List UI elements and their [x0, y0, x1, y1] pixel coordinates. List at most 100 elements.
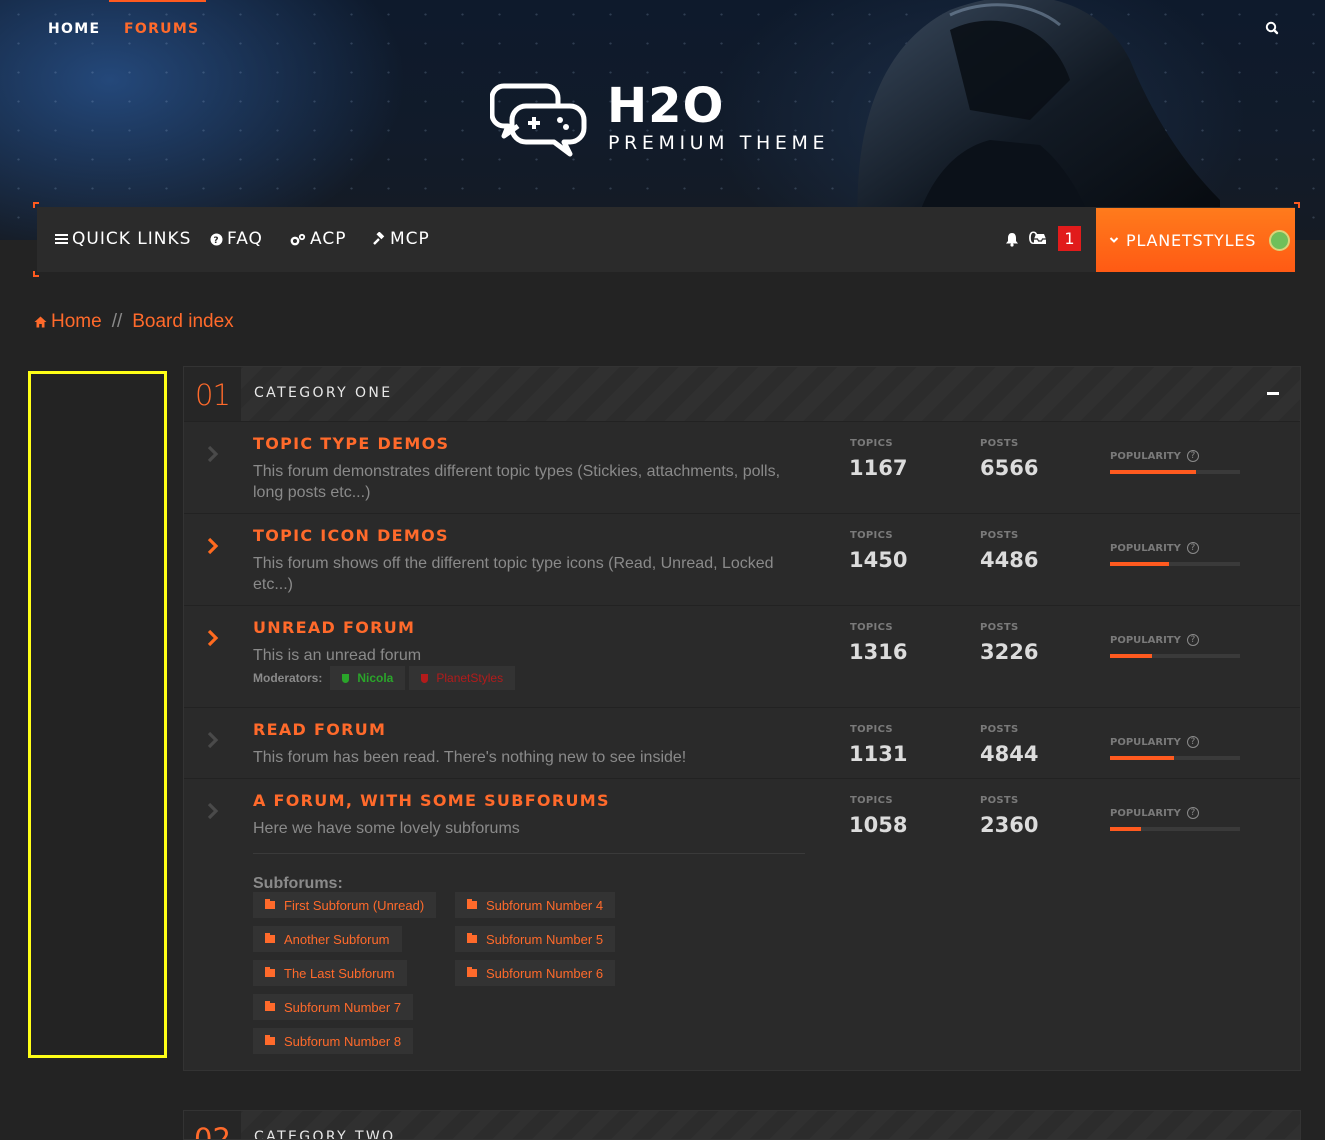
popularity-label: POPULARITY? [1110, 450, 1199, 462]
user-menu-button[interactable]: PLANETSTYLES [1096, 208, 1295, 272]
active-tab-indicator [109, 0, 206, 2]
moderator-badge[interactable]: Nicola [330, 666, 406, 690]
help-icon: ? [1186, 634, 1199, 646]
menu-icon [55, 234, 68, 244]
private-messages-button[interactable]: 1 [1033, 226, 1081, 251]
topics-count: 1058 [849, 813, 908, 837]
popularity-bar [1110, 562, 1240, 566]
topics-label: TOPICS [850, 438, 893, 449]
subforums-label: Subforums: [253, 875, 343, 892]
category-title[interactable]: CATEGORY ONE [254, 385, 393, 401]
quick-links-button[interactable]: QUICK LINKS [55, 229, 191, 249]
folder-icon [265, 933, 275, 943]
subforum-link[interactable]: First Subforum (Unread) [253, 892, 437, 918]
subforum-link[interactable]: Subforum Number 7 [253, 994, 414, 1020]
category-number: 02 [184, 1111, 241, 1139]
divider [253, 853, 805, 854]
top-navigation: HOME FORUMS [0, 0, 1325, 60]
posts-label: POSTS [980, 530, 1019, 541]
popularity-bar [1110, 654, 1240, 658]
moderators-label: Moderators: [253, 671, 323, 685]
breadcrumb-home[interactable]: Home [51, 311, 102, 333]
popularity-label: POPULARITY? [1110, 736, 1199, 748]
moderators-list: Moderators: Nicola PlanetStyles [253, 666, 516, 690]
topics-label: TOPICS [850, 795, 893, 806]
mcp-label: MCP [390, 229, 430, 249]
posts-count: 3226 [980, 640, 1039, 664]
topics-count: 1167 [849, 456, 908, 480]
category-panel: 02 CATEGORY TWO [183, 1110, 1301, 1140]
category-number: 01 [184, 367, 241, 421]
forum-title[interactable]: TOPIC TYPE DEMOS [253, 434, 449, 453]
nav-home-link[interactable]: HOME [48, 21, 100, 37]
forum-title[interactable]: TOPIC ICON DEMOS [253, 526, 449, 545]
popularity-bar [1110, 827, 1240, 831]
faq-link[interactable]: ? FAQ [210, 229, 263, 249]
username-label: PLANETSTYLES [1126, 230, 1257, 250]
collapse-icon[interactable] [1267, 392, 1279, 395]
folder-icon [467, 899, 477, 909]
shield-icon [342, 673, 350, 683]
inbox-icon [1034, 233, 1046, 244]
topics-count: 1131 [849, 742, 908, 766]
posts-count: 4486 [980, 548, 1039, 572]
posts-count: 4844 [980, 742, 1039, 766]
forum-row: TOPIC ICON DEMOS This forum shows off th… [184, 513, 1300, 605]
search-icon[interactable] [1262, 18, 1282, 38]
subforum-link[interactable]: Subforum Number 6 [455, 960, 616, 986]
posts-label: POSTS [980, 724, 1019, 735]
quick-links-label: QUICK LINKS [72, 229, 192, 249]
forum-row: A FORUM, WITH SOME SUBFORUMS Here we hav… [184, 778, 1300, 1070]
forum-unread-arrow-icon [207, 537, 219, 555]
subforum-link[interactable]: Another Subforum [253, 926, 402, 952]
question-circle-icon: ? [210, 233, 223, 246]
site-logo[interactable]: H2O PREMIUM THEME [490, 78, 835, 158]
forum-unread-arrow-icon [207, 629, 219, 647]
breadcrumb-board-index[interactable]: Board index [132, 311, 233, 333]
forum-title[interactable]: READ FORUM [253, 720, 386, 739]
folder-icon [265, 1035, 275, 1045]
topics-count: 1316 [849, 640, 908, 664]
subforum-link[interactable]: The Last Subforum [253, 960, 407, 986]
forum-row: UNREAD FORUM This is an unread forum Mod… [184, 605, 1300, 707]
forum-description: This forum demonstrates different topic … [253, 463, 781, 501]
breadcrumb: Home // Board index [34, 311, 234, 333]
help-icon: ? [1186, 450, 1199, 462]
category-title[interactable]: CATEGORY TWO [254, 1129, 396, 1139]
topics-label: TOPICS [850, 622, 893, 633]
chevron-down-icon [1109, 237, 1119, 243]
subforum-link[interactable]: Subforum Number 8 [253, 1028, 414, 1054]
popularity-bar [1110, 470, 1240, 474]
shield-icon [421, 673, 429, 683]
popularity-label: POPULARITY? [1110, 634, 1199, 646]
forum-description: This forum has been read. There's nothin… [253, 749, 687, 766]
moderator-badge[interactable]: PlanetStyles [409, 666, 516, 690]
category-panel: 01 CATEGORY ONE TOPIC TYPE DEMOS This fo… [183, 366, 1301, 1071]
posts-label: POSTS [980, 438, 1019, 449]
forum-description: Here we have some lovely subforums [253, 820, 520, 837]
forum-read-arrow-icon [207, 802, 219, 820]
subforum-link[interactable]: Subforum Number 4 [455, 892, 616, 918]
popularity-label: POPULARITY? [1110, 807, 1199, 819]
forum-row: READ FORUM This forum has been read. The… [184, 707, 1300, 778]
pm-count-badge: 1 [1058, 226, 1081, 251]
gavel-icon [373, 232, 385, 245]
nav-forums-link[interactable]: FORUMS [124, 21, 199, 37]
topics-label: TOPICS [850, 724, 893, 735]
forum-title[interactable]: UNREAD FORUM [253, 618, 415, 637]
cogs-icon [290, 233, 306, 245]
subforum-link[interactable]: Subforum Number 5 [455, 926, 616, 952]
breadcrumb-separator: // [111, 311, 123, 332]
acp-link[interactable]: ACP [290, 229, 346, 249]
forum-title[interactable]: A FORUM, WITH SOME SUBFORUMS [253, 791, 610, 810]
folder-icon [265, 967, 275, 977]
avatar [1269, 229, 1291, 251]
popularity-label: POPULARITY? [1110, 542, 1199, 554]
bell-icon [1006, 232, 1018, 247]
help-icon: ? [1186, 542, 1199, 554]
chat-gamepad-icon [490, 83, 587, 157]
topics-label: TOPICS [850, 530, 893, 541]
logo-subtitle: PREMIUM THEME [608, 132, 830, 154]
mcp-link[interactable]: MCP [372, 229, 430, 249]
forum-row: TOPIC TYPE DEMOS This forum demonstrates… [184, 421, 1300, 513]
